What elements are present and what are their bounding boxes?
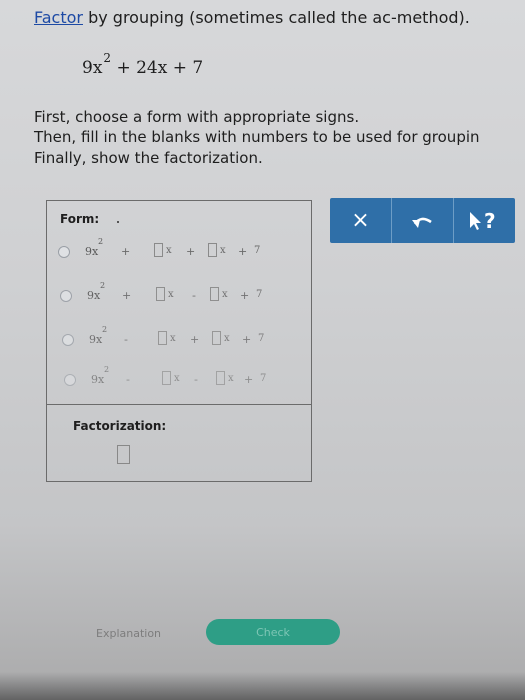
dot-mark [117,221,119,223]
option-2-blank-a[interactable] [156,287,165,301]
form-divider [46,404,312,405]
option-1-blank-b[interactable] [208,243,217,257]
screen-bottom-edge [0,672,525,700]
option-4-blank-b[interactable] [216,371,225,385]
option-3-op2: + [190,333,200,346]
option-1-term: 9x 2 [85,237,104,258]
close-icon: × [351,208,370,233]
form-option-1[interactable]: 9x 2 + x + x + 7 [58,237,298,264]
check-button[interactable]: Check [206,619,340,645]
radio-option-1[interactable] [58,246,70,258]
expr-lead: 9x [82,58,103,78]
clear-button[interactable]: × [330,198,391,243]
option-2-x2: x [222,289,228,300]
option-1-const: 7 [254,245,261,256]
undo-button[interactable] [392,198,453,243]
instruction-3: Finally, show the factorization. [34,149,263,167]
option-3-x: x [170,333,176,344]
option-1-op2: + [186,245,196,258]
option-2-const: 7 [256,289,263,300]
option-3-x2: x [224,333,230,344]
radio-option-2[interactable] [60,290,72,302]
option-2-x: x [168,289,174,300]
factorization-input[interactable] [117,445,130,464]
expr-tail: + 24x + 7 [111,58,204,78]
title-rest: by grouping (sometimes called the ac-met… [82,8,470,27]
option-3-term: 9x 2 [89,325,108,346]
option-2-op2: - [192,289,196,302]
option-3-op3: + [242,333,252,346]
option-4-op2: - [194,373,198,386]
form-option-3[interactable]: 9x 2 - x + x + 7 [62,325,302,352]
option-1-op3: + [238,245,248,258]
option-4-op3: + [244,373,254,386]
option-3-blank-a[interactable] [158,331,167,345]
expr-exponent: 2 [103,51,112,65]
option-4-op1: - [126,373,130,386]
help-button[interactable]: ? [454,198,515,243]
option-4-const: 7 [260,373,267,384]
form-option-2[interactable]: 9x 2 + x - x + 7 [60,281,300,308]
radio-option-3[interactable] [62,334,74,346]
option-2-blank-b[interactable] [210,287,219,301]
instruction-1: First, choose a form with appropriate si… [34,108,360,126]
option-3-const: 7 [258,333,265,344]
option-2-term: 9x 2 [87,281,106,302]
option-1-op1: + [121,245,131,258]
instruction-2: Then, fill in the blanks with numbers to… [34,128,480,146]
option-2-op3: + [240,289,250,302]
explanation-button[interactable]: Explanation [96,624,174,642]
help-cursor-icon: ? [466,208,504,234]
option-3-blank-b[interactable] [212,331,221,345]
answer-toolbar: × ? [330,198,515,243]
factor-link[interactable]: Factor [34,8,83,27]
option-4-x: x [174,373,180,384]
option-4-x2: x [228,373,234,384]
factorization-label: Factorization: [73,419,167,433]
option-1-x2: x [220,245,226,256]
svg-text:?: ? [484,209,496,233]
option-4-term: 9x 2 [91,365,110,386]
form-option-4[interactable]: 9x 2 - x - x + 7 [64,365,304,392]
problem-title: Factor by grouping (sometimes called the… [34,8,470,27]
option-1-blank-a[interactable] [154,243,163,257]
radio-option-4[interactable] [64,374,76,386]
polynomial-expression: 9x2 + 24x + 7 [82,51,204,78]
option-1-x: x [166,245,172,256]
undo-icon [411,212,435,230]
form-label: Form: [60,212,100,226]
option-3-op1: - [124,333,128,346]
option-4-blank-a[interactable] [162,371,171,385]
option-2-op1: + [122,289,132,302]
